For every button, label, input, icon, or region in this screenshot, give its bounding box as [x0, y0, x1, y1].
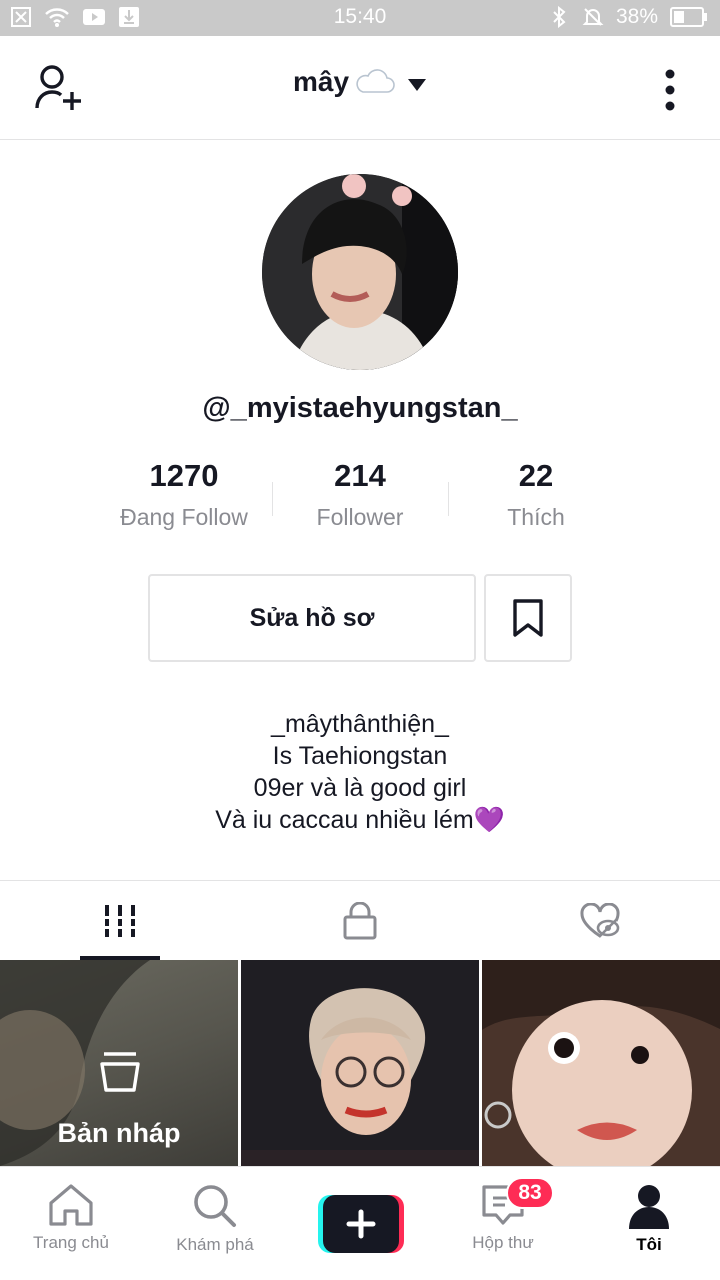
video-grid: Bản nháp: [0, 960, 720, 1166]
followers-count: 214: [334, 458, 386, 493]
nav-inbox-label: Hộp thư: [472, 1233, 534, 1252]
cloud-emoji: [356, 69, 395, 93]
profile-icon: [629, 1185, 669, 1229]
mute-icon: [582, 8, 604, 26]
bookmark-icon: [513, 599, 543, 637]
nav-discover[interactable]: Khám phá: [160, 1183, 270, 1255]
battery-icon: [670, 7, 707, 27]
bio-line: _mâythânthiện_: [271, 710, 449, 738]
trash-icon: [100, 1052, 140, 1092]
nav-me-label: Tôi: [636, 1235, 662, 1254]
profile-header: mây: [0, 36, 720, 140]
video-thumbnail-image: [482, 960, 720, 1166]
profile-stats: 1270 Đang Follow 214 Follower 22 Thích: [96, 458, 624, 538]
status-bar: 15:40 38%: [0, 0, 720, 36]
followers-stat[interactable]: 214 Follower: [272, 458, 448, 538]
likes-label: Thích: [507, 504, 565, 530]
nav-discover-label: Khám phá: [176, 1235, 254, 1254]
video-thumbnail[interactable]: [482, 960, 720, 1166]
following-stat[interactable]: 1270 Đang Follow: [96, 458, 272, 538]
followers-label: Follower: [316, 504, 404, 530]
battery-percent: 38%: [615, 5, 658, 28]
drafts-tile[interactable]: Bản nháp: [0, 960, 238, 1166]
username: @_myistaehyungstan_: [202, 392, 518, 424]
bio-line: Is Taehiongstan: [272, 742, 448, 770]
bio-line: Và iu caccau nhiều lém💜: [215, 806, 505, 834]
nav-me[interactable]: Tôi: [594, 1183, 704, 1255]
hidden-heart-icon: [580, 902, 620, 938]
following-count: 1270: [149, 458, 219, 493]
tab-private[interactable]: [240, 881, 480, 960]
home-icon: [49, 1184, 93, 1226]
inbox-badge: 83: [506, 1177, 554, 1209]
bottom-navigation: Trang chủ Khám phá Hộp thư 83 Tôi: [0, 1166, 720, 1280]
favorites-button[interactable]: [484, 574, 572, 662]
account-switcher[interactable]: mây: [0, 66, 720, 98]
avatar-image: [262, 174, 458, 370]
likes-stat[interactable]: 22 Thích: [448, 458, 624, 538]
search-icon: [194, 1185, 236, 1227]
avatar[interactable]: [262, 174, 458, 370]
more-options-icon[interactable]: [660, 68, 680, 112]
grid-icon: [105, 904, 135, 937]
tab-liked[interactable]: [480, 881, 720, 960]
account-name: mây: [292, 66, 350, 97]
nav-home[interactable]: Trang chủ: [16, 1183, 126, 1253]
video-thumbnail[interactable]: [241, 960, 479, 1166]
chevron-down-icon: [408, 79, 427, 91]
bio-line: 09er và là good girl: [253, 774, 467, 802]
tab-videos[interactable]: [0, 881, 240, 960]
bluetooth-icon: [553, 6, 566, 28]
lock-icon: [343, 901, 377, 939]
profile-tabs: [0, 880, 720, 960]
drafts-label: Bản nháp: [57, 1118, 181, 1148]
video-thumbnail-image: [241, 960, 479, 1166]
following-label: Đang Follow: [120, 504, 248, 530]
edit-profile-button[interactable]: Sửa hồ sơ: [148, 574, 476, 662]
likes-count: 22: [518, 458, 554, 493]
create-video-button[interactable]: [318, 1195, 404, 1253]
bio: _mâythânthiện_ Is Taehiongstan 09er và l…: [0, 708, 720, 836]
nav-home-label: Trang chủ: [33, 1233, 109, 1252]
